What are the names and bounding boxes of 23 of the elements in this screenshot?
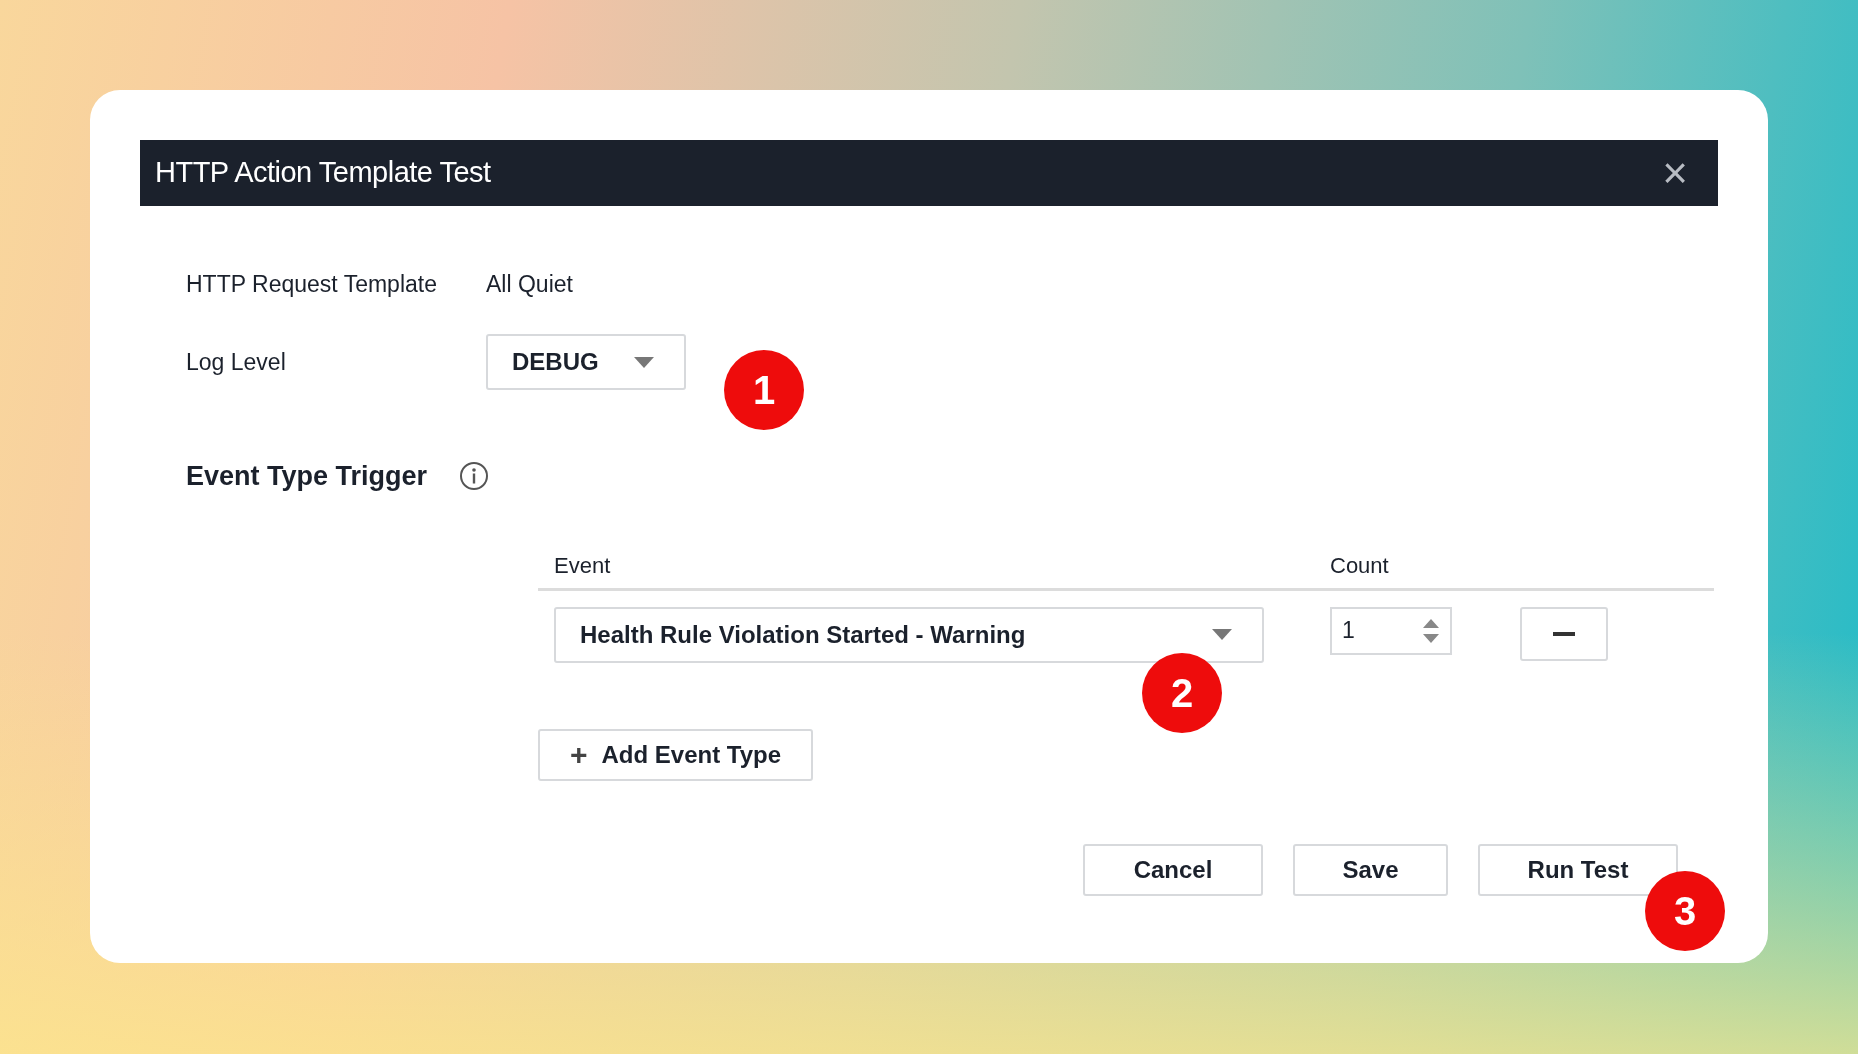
column-header: Count [1330,551,1389,580]
minus-icon [1553,631,1575,636]
info-icon[interactable] [459,461,490,492]
dialog-button[interactable]: Run Test [1478,844,1678,896]
dialog-title: HTTP Action Template Test [155,155,491,191]
callout-badge: 2 [1142,653,1222,733]
close-button[interactable]: × [1662,151,1688,195]
dialog-button[interactable]: Cancel [1083,844,1263,896]
caret-icon [1212,629,1232,640]
column-header: Event [554,551,612,580]
field-label: HTTP Request Template [186,269,438,299]
caret-icon [634,356,654,368]
field-label: Log Level [186,347,287,377]
count-input[interactable]: 1 [1330,606,1452,655]
dialog-button[interactable]: Save [1293,844,1448,896]
add-event-type-button[interactable]: + Add Event Type [538,728,813,781]
log-level-dropdown[interactable]: DEBUG [486,334,686,390]
plus-icon: + [569,739,588,770]
section-heading: Event Type Trigger [186,460,428,493]
callout-badge: 3 [1645,871,1725,951]
event-dropdown[interactable]: Health Rule Violation Started - Warning [554,606,1264,663]
field-value: All Quiet [486,269,573,299]
callout-badge: 1 [724,350,804,430]
